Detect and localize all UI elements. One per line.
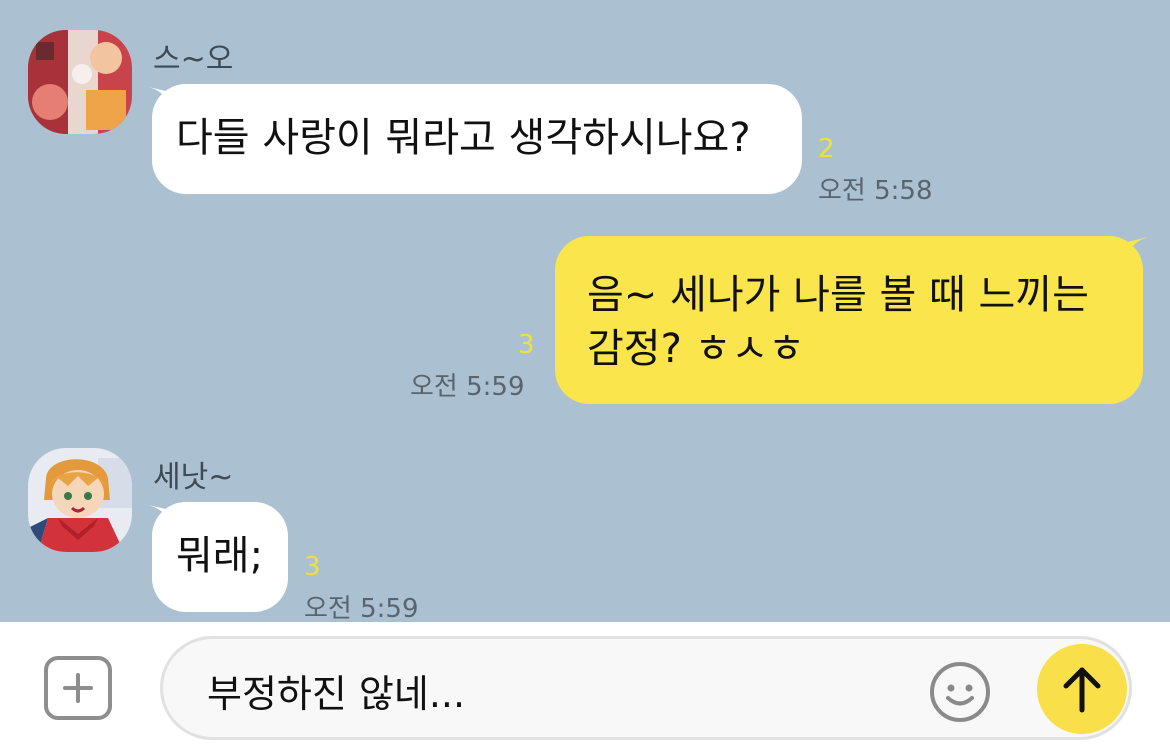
message-bubble-outgoing[interactable]: 음~ 세나가 나를 볼 때 느끼는 감정? ㅎㅅㅎ: [555, 236, 1143, 404]
sender-name: 스~오: [153, 42, 234, 77]
chat-area[interactable]: 스~오 다들 사랑이 뭐라고 생각하시나요? 2 오전 5:58 음~ 세나가 …: [0, 0, 1170, 624]
avatar-senat[interactable]: [28, 448, 132, 552]
avatar-image: [28, 448, 132, 552]
message-text-line: 음~ 세나가 나를 볼 때 느끼는: [587, 272, 1089, 318]
message-bubble-incoming[interactable]: 뭐래;: [152, 502, 288, 612]
bubble-tail: [1127, 236, 1153, 258]
message-bubble-incoming[interactable]: 다들 사랑이 뭐라고 생각하시나요?: [152, 84, 802, 194]
unread-count: 2: [818, 134, 835, 164]
message-input-bar: 부정하진 않네...: [0, 622, 1170, 752]
message-text-line: 감정? ㅎㅅㅎ: [587, 326, 805, 372]
send-button[interactable]: [1037, 644, 1127, 734]
avatar-su-o[interactable]: [28, 30, 132, 134]
arrow-up-icon: [1063, 667, 1101, 713]
message-time: 오전 5:58: [818, 176, 933, 206]
message-time: 오전 5:59: [410, 372, 525, 402]
unread-count: 3: [518, 330, 535, 360]
message-time: 오전 5:59: [304, 594, 419, 624]
smiley-icon[interactable]: [929, 661, 991, 723]
message-input-field[interactable]: 부정하진 않네...: [160, 636, 1132, 740]
message-text: 뭐래;: [176, 533, 264, 579]
message-input-text[interactable]: 부정하진 않네...: [207, 663, 465, 718]
sender-name: 세낫~: [153, 460, 234, 495]
unread-count: 3: [304, 552, 321, 582]
avatar-image: [28, 30, 132, 134]
add-attachment-button[interactable]: [44, 656, 112, 720]
message-text: 다들 사랑이 뭐라고 생각하시나요?: [176, 115, 751, 161]
